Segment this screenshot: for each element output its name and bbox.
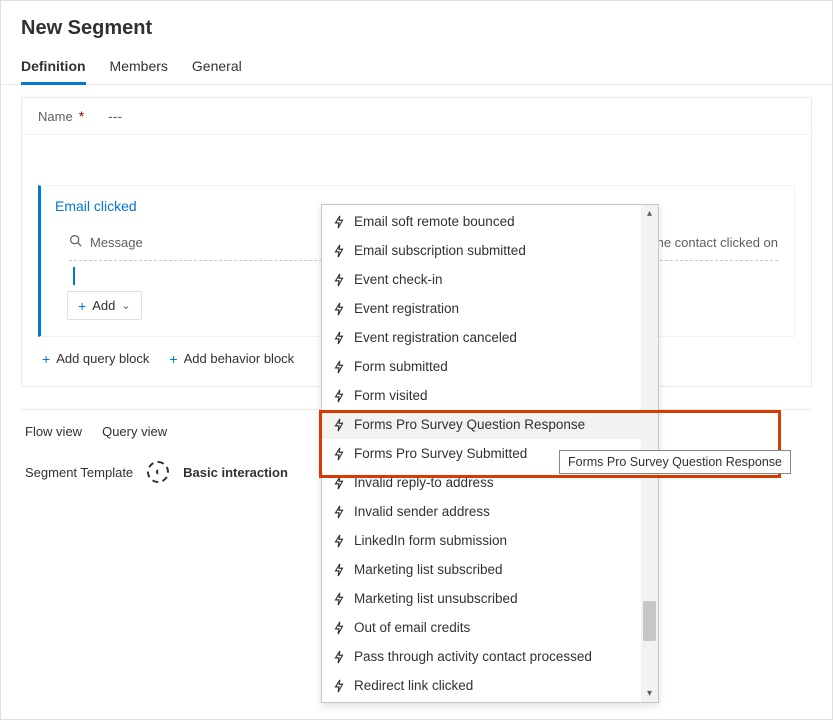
dropdown-item[interactable]: LinkedIn form submission <box>322 526 641 555</box>
add-behavior-block-button[interactable]: + Add behavior block <box>169 351 294 366</box>
lightning-icon <box>332 215 346 229</box>
dropdown-item-label: Email subscription submitted <box>354 243 526 258</box>
dropdown-item[interactable]: Event registration <box>322 294 641 323</box>
lightning-icon <box>332 505 346 519</box>
plus-icon: + <box>169 352 177 366</box>
dropdown-item-label: Forms Pro Survey Submitted <box>354 446 527 461</box>
dropdown-item[interactable]: Form visited <box>322 381 641 410</box>
lightning-icon <box>332 679 346 693</box>
behavior-dropdown-label: Email clicked <box>55 198 137 214</box>
dropdown-item[interactable]: Forms Pro Survey Question Response <box>322 410 641 439</box>
dropdown-item-label: Invalid reply-to address <box>354 475 494 490</box>
tab-members[interactable]: Members <box>110 50 168 84</box>
plus-icon: + <box>42 352 50 366</box>
name-value[interactable]: --- <box>108 108 122 124</box>
add-query-block-label: Add query block <box>56 351 149 366</box>
add-behavior-block-label: Add behavior block <box>184 351 295 366</box>
tab-bar: Definition Members General <box>1 50 832 85</box>
lightning-icon <box>332 331 346 345</box>
dropdown-item-label: Event registration <box>354 301 459 316</box>
segment-template-value[interactable]: Basic interaction <box>183 465 288 480</box>
dropdown-item-label: Event check-in <box>354 272 443 287</box>
search-icon <box>69 234 82 250</box>
scroll-up-arrow[interactable]: ▴ <box>641 205 658 222</box>
dropdown-item-label: Redirect link clicked <box>354 678 473 693</box>
dropdown-item[interactable]: Invalid sender address <box>322 497 641 526</box>
dropdown-item-label: Marketing list subscribed <box>354 562 503 577</box>
required-indicator: * <box>79 108 84 124</box>
lightning-icon <box>332 621 346 635</box>
lightning-icon <box>332 534 346 548</box>
lightning-icon <box>332 592 346 606</box>
dropdown-item[interactable]: Marketing list subscribed <box>322 555 641 584</box>
lightning-icon <box>332 360 346 374</box>
chevron-down-icon: ⌄ <box>121 299 130 312</box>
flow-view-button[interactable]: Flow view <box>25 424 82 439</box>
scroll-down-arrow[interactable]: ▾ <box>641 685 658 702</box>
lightning-icon <box>332 302 346 316</box>
dropdown-item-label: Out of email credits <box>354 620 470 635</box>
lightning-icon <box>332 418 346 432</box>
dropdown-item-label: Form submitted <box>354 359 448 374</box>
name-label: Name* <box>38 108 84 124</box>
dropdown-item[interactable]: Marketing list unsubscribed <box>322 584 641 613</box>
tab-general[interactable]: General <box>192 50 242 84</box>
dropdown-item-label: Invalid sender address <box>354 504 490 519</box>
dropdown-item-label: Email soft remote bounced <box>354 214 515 229</box>
tab-definition[interactable]: Definition <box>21 50 86 84</box>
connector-line <box>73 267 75 285</box>
condition-field-label[interactable]: Message <box>90 235 143 250</box>
add-condition-button[interactable]: + Add ⌄ <box>67 291 142 320</box>
tooltip: Forms Pro Survey Question Response <box>559 450 791 474</box>
dropdown-item[interactable]: Email subscription submitted <box>322 236 641 265</box>
add-condition-label: Add <box>92 298 115 313</box>
name-row: Name* --- <box>22 98 811 135</box>
dropdown-item[interactable]: Pass through activity contact processed <box>322 642 641 671</box>
lightning-icon <box>332 650 346 664</box>
add-query-block-button[interactable]: + Add query block <box>42 351 149 366</box>
dropdown-item[interactable]: Form submitted <box>322 352 641 381</box>
dropdown-item[interactable]: Event check-in <box>322 265 641 294</box>
template-icon: ◐ <box>147 461 169 483</box>
dropdown-item-label: LinkedIn form submission <box>354 533 507 548</box>
plus-icon: + <box>78 299 86 313</box>
lightning-icon <box>332 273 346 287</box>
lightning-icon <box>332 447 346 461</box>
dropdown-item[interactable]: Email soft remote bounced <box>322 207 641 236</box>
lightning-icon <box>332 244 346 258</box>
dropdown-item[interactable]: Event registration canceled <box>322 323 641 352</box>
page-title: New Segment <box>1 1 832 50</box>
dropdown-item-label: Forms Pro Survey Question Response <box>354 417 585 432</box>
dropdown-item-label: Form visited <box>354 388 428 403</box>
query-view-button[interactable]: Query view <box>102 424 167 439</box>
lightning-icon <box>332 476 346 490</box>
lightning-icon <box>332 563 346 577</box>
dropdown-item[interactable]: Redirect link clicked <box>322 671 641 700</box>
scroll-thumb[interactable] <box>643 601 656 641</box>
lightning-icon <box>332 389 346 403</box>
segment-template-label: Segment Template <box>25 465 133 480</box>
dropdown-item-label: Marketing list unsubscribed <box>354 591 518 606</box>
dropdown-item-label: Pass through activity contact processed <box>354 649 592 664</box>
dropdown-item[interactable]: Out of email credits <box>322 613 641 642</box>
dropdown-item-label: Event registration canceled <box>354 330 517 345</box>
